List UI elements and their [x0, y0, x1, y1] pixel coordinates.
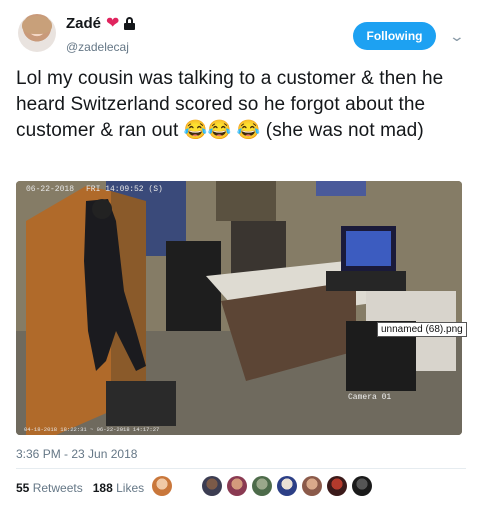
heart-icon: ❤ [106, 14, 120, 32]
liker-avatar[interactable] [152, 476, 172, 496]
liker-avatar[interactable] [277, 476, 297, 496]
overlay-time: FRI 14:09:52 (S) [86, 185, 163, 194]
camera-label: Camera 01 [348, 393, 391, 402]
likes-stat[interactable]: 188 Likes [93, 481, 144, 495]
file-name-tooltip: unnamed (68).png [377, 322, 467, 337]
lock-icon [124, 17, 136, 30]
tweet-text: Lol my cousin was talking to a customer … [16, 66, 471, 144]
liker-avatar[interactable] [227, 476, 247, 496]
liker-avatar[interactable] [352, 476, 372, 496]
laughing-emoji-pair: 😂😂 [183, 120, 232, 141]
following-button[interactable]: Following [353, 22, 436, 50]
liker-avatar[interactable] [202, 476, 222, 496]
tweet-text-tail: (she was not mad) [265, 120, 424, 141]
retweets-stat[interactable]: 55 Retweets [16, 481, 83, 495]
cctv-frame: 06-22-2018 FRI 14:09:52 (S) Camera 01 04… [16, 181, 462, 435]
liker-avatar[interactable] [327, 476, 347, 496]
tweet-image[interactable]: 06-22-2018 FRI 14:09:52 (S) Camera 01 04… [16, 181, 462, 435]
laughing-emoji: 😂 [236, 120, 261, 141]
user-name-row: Zadé ❤ [66, 14, 136, 32]
chevron-down-icon[interactable]: ⌄ [449, 28, 465, 45]
avatar[interactable] [18, 14, 56, 52]
divider [16, 468, 466, 469]
display-name[interactable]: Zadé [66, 15, 101, 32]
user-handle[interactable]: @zadelecaj [66, 40, 129, 54]
overlay-range: 04-18-2018 18:22:31 ~ 06-22-2018 14:17:2… [24, 426, 159, 433]
liker-avatars [152, 476, 372, 496]
overlay-date: 06-22-2018 [26, 185, 74, 194]
liker-avatar[interactable] [252, 476, 272, 496]
tweet-timestamp[interactable]: 3:36 PM - 23 Jun 2018 [16, 447, 137, 461]
liker-avatar[interactable] [302, 476, 322, 496]
engagement-stats: 55 Retweets 188 Likes [16, 481, 144, 495]
